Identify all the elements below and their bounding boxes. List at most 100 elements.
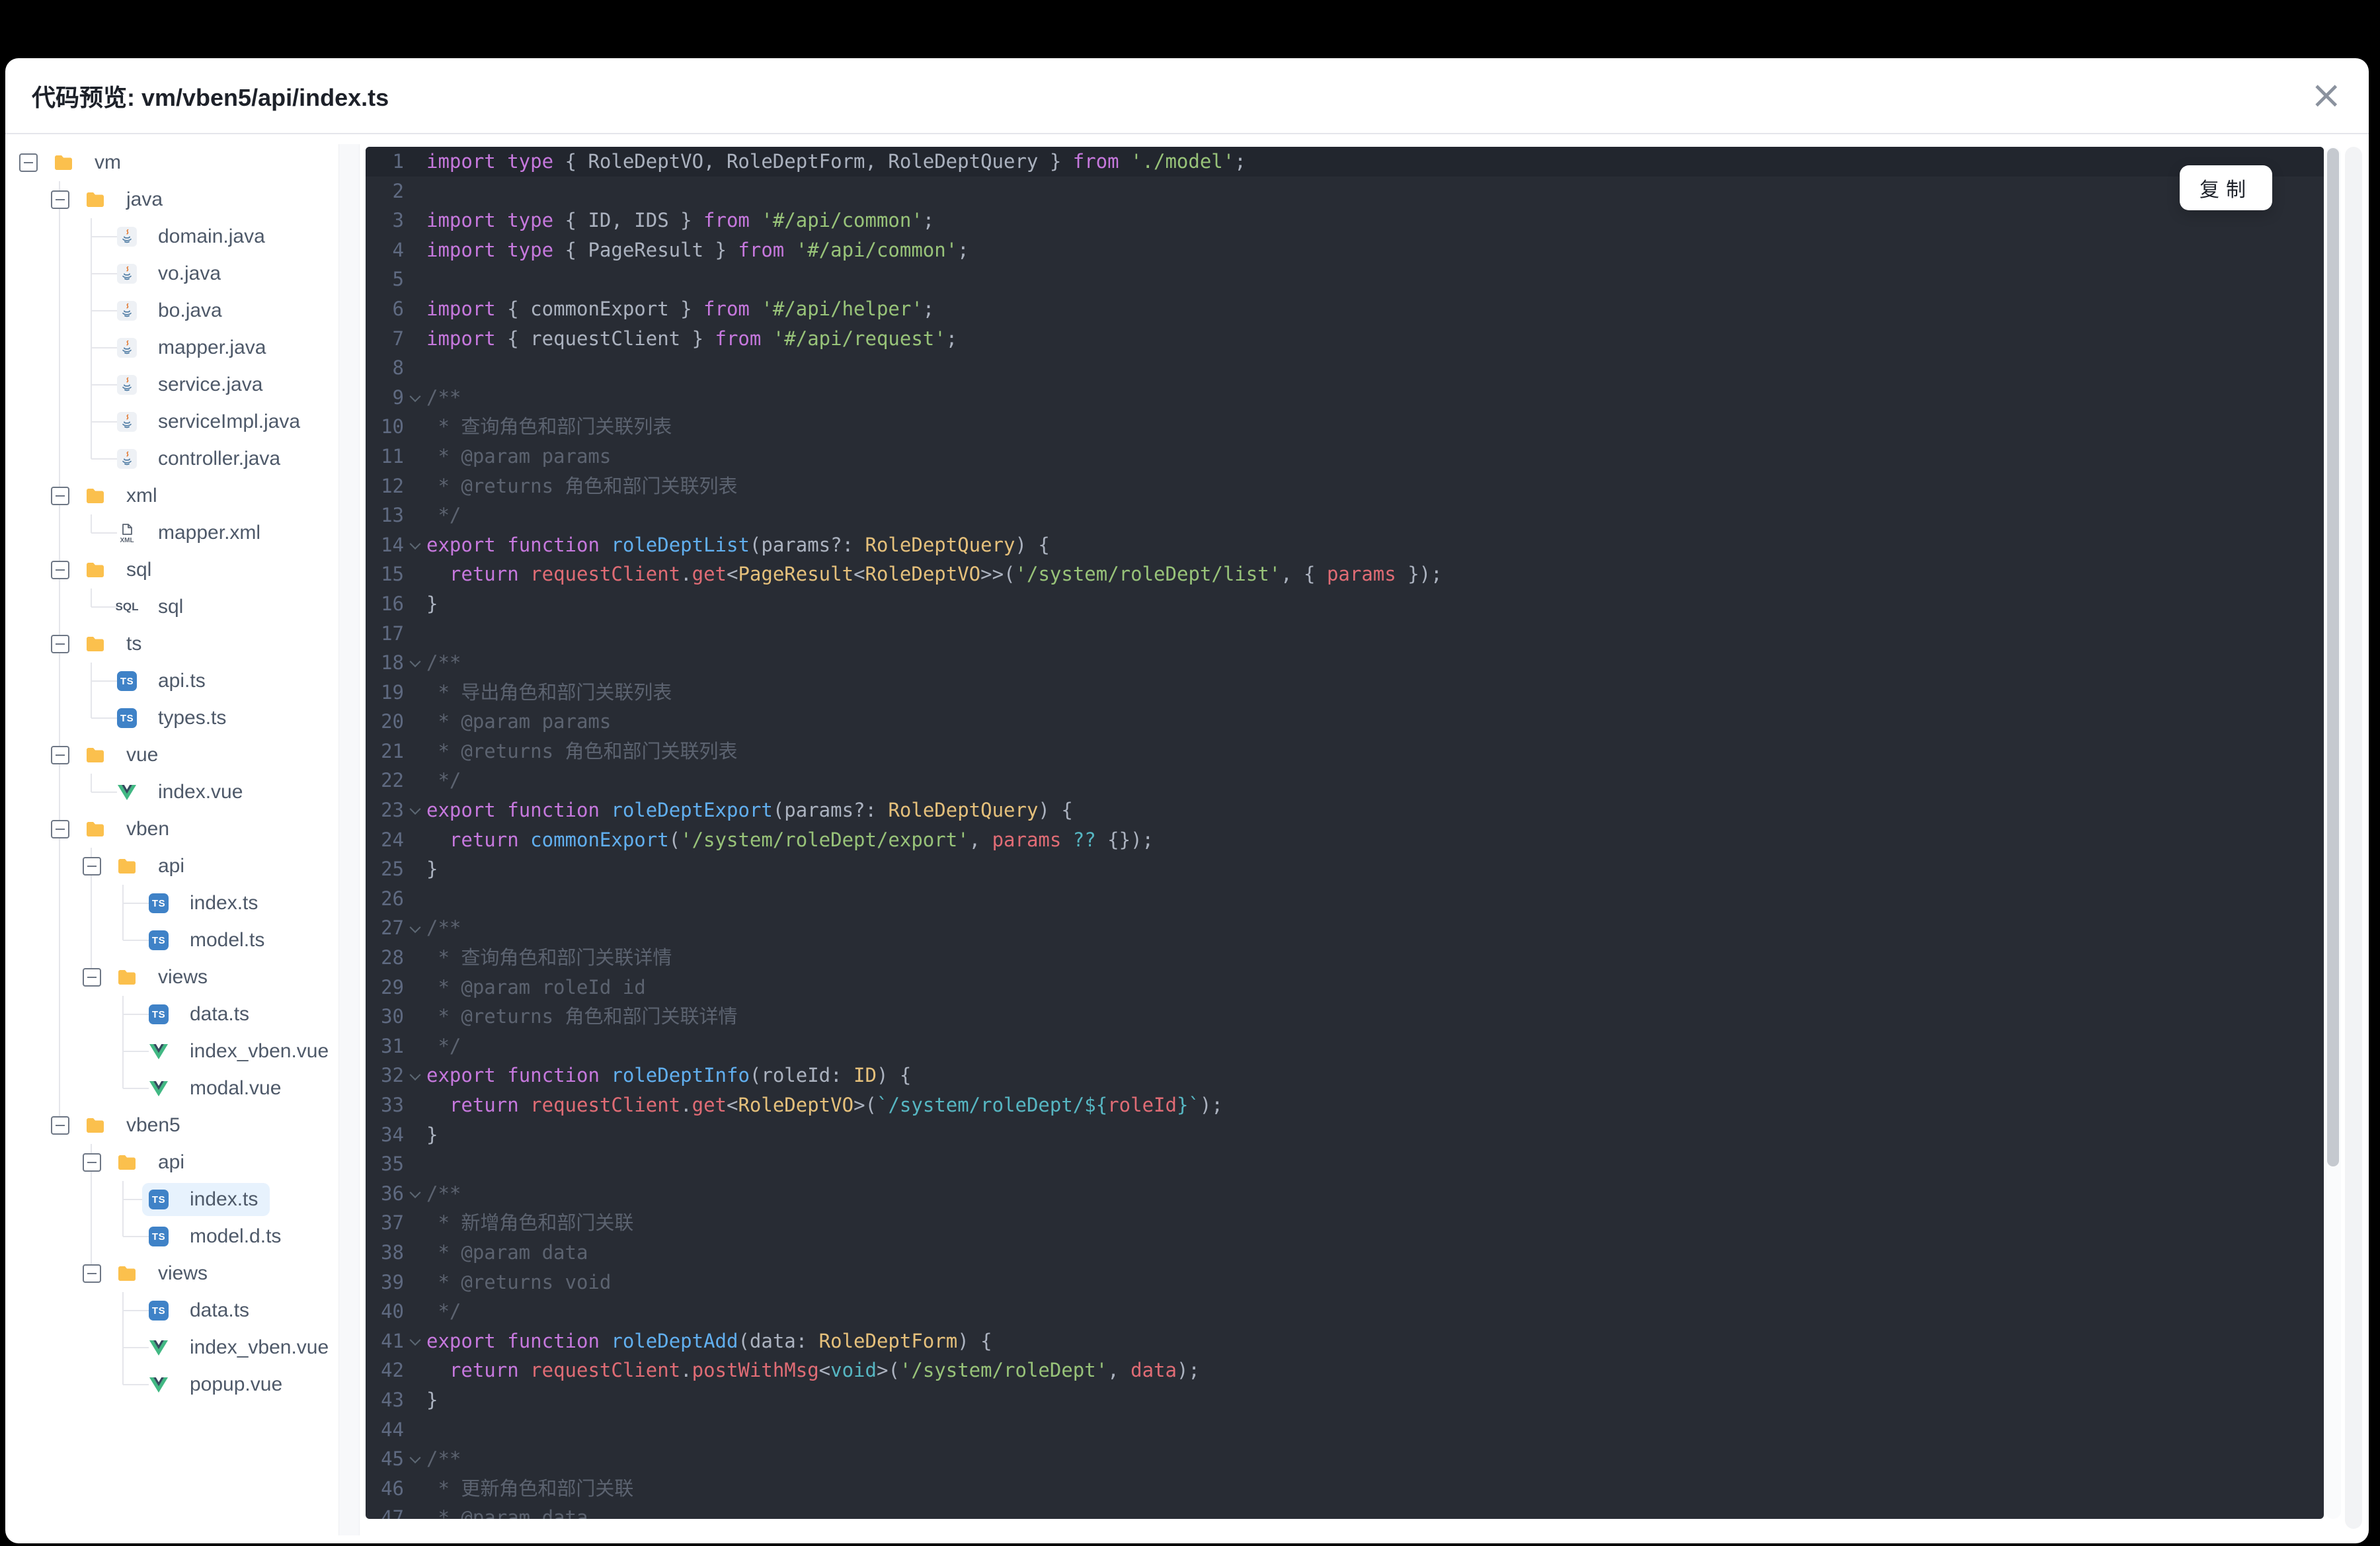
code-text: export function roleDeptAdd(data: RoleDe… xyxy=(426,1329,992,1352)
collapse-toggle-icon[interactable] xyxy=(83,1264,101,1283)
collapse-toggle-icon[interactable] xyxy=(83,1153,101,1172)
code-text: export function roleDeptList(params?: Ro… xyxy=(426,533,1050,556)
tree-folder-api[interactable]: api xyxy=(5,848,338,885)
code-line: 22 */ xyxy=(366,766,2324,795)
tree-file-vo.java[interactable]: vo.java xyxy=(5,255,338,292)
tree-file-serviceImpl.java[interactable]: serviceImpl.java xyxy=(5,403,338,440)
tree-file-data.ts[interactable]: TS data.ts xyxy=(5,1292,338,1329)
modal-scrollbar-track[interactable] xyxy=(2345,147,2362,1529)
tree-file-index.ts[interactable]: TS index.ts xyxy=(5,1181,338,1218)
vue-file-icon xyxy=(117,782,137,802)
line-number: 35 xyxy=(381,1153,404,1176)
collapse-toggle-icon[interactable] xyxy=(51,190,69,209)
fold-chevron-icon[interactable] xyxy=(409,391,421,403)
fold-chevron-icon[interactable] xyxy=(409,1452,421,1464)
code-line: 18 /** xyxy=(366,648,2324,678)
code-text: return requestClient.postWithMsg<void>('… xyxy=(449,1359,1200,1382)
tree-folder-vben[interactable]: vben xyxy=(5,811,338,848)
line-number: 47 xyxy=(381,1506,404,1519)
tree-folder-vue[interactable]: vue xyxy=(5,737,338,774)
tree-file-mapper.java[interactable]: mapper.java xyxy=(5,329,338,366)
java-file-icon xyxy=(117,412,137,432)
tree-file-sql[interactable]: SQL sql xyxy=(5,589,338,626)
tree-folder-java[interactable]: java xyxy=(5,181,338,218)
tree-file-model.d.ts[interactable]: TS model.d.ts xyxy=(5,1218,338,1255)
copy-button[interactable]: 复制 xyxy=(2180,165,2272,210)
tree-file-mapper.xml[interactable]: XML mapper.xml xyxy=(5,514,338,551)
line-number: 5 xyxy=(392,268,404,291)
tree-item-label: bo.java xyxy=(158,300,222,321)
line-number: 30 xyxy=(381,1005,404,1028)
tree-folder-sql[interactable]: sql xyxy=(5,551,338,589)
fold-chevron-icon[interactable] xyxy=(409,803,421,815)
tree-file-model.ts[interactable]: TS model.ts xyxy=(5,922,338,959)
tree-item-label: data.ts xyxy=(190,1299,250,1321)
tree-item-label: mapper.java xyxy=(158,337,266,358)
tree-file-index_vben.vue[interactable]: index_vben.vue xyxy=(5,1329,338,1366)
line-number: 8 xyxy=(392,356,404,380)
tree-item-label: model.ts xyxy=(190,929,265,951)
tree-file-index_vben.vue[interactable]: index_vben.vue xyxy=(5,1033,338,1070)
tree-file-bo.java[interactable]: bo.java xyxy=(5,292,338,329)
tree-file-index.vue[interactable]: index.vue xyxy=(5,774,338,811)
code-preview-modal: 代码预览: vm/vben5/api/index.ts × vm java doma… xyxy=(5,58,2369,1543)
tree-file-types.ts[interactable]: TS types.ts xyxy=(5,700,338,737)
line-number: 14 xyxy=(381,533,404,556)
fold-chevron-icon[interactable] xyxy=(409,1069,421,1080)
code-text: */ xyxy=(426,1034,461,1057)
collapse-toggle-icon[interactable] xyxy=(51,561,69,579)
tree-folder-api[interactable]: api xyxy=(5,1144,338,1181)
line-number: 22 xyxy=(381,769,404,792)
collapse-toggle-icon[interactable] xyxy=(51,746,69,764)
collapse-toggle-icon[interactable] xyxy=(51,487,69,505)
code-text: } xyxy=(426,858,438,881)
tree-file-domain.java[interactable]: domain.java xyxy=(5,218,338,255)
close-icon[interactable]: × xyxy=(2307,73,2345,116)
code-text: /** xyxy=(426,386,461,409)
tree-file-index.ts[interactable]: TS index.ts xyxy=(5,885,338,922)
tree-folder-xml[interactable]: xml xyxy=(5,477,338,514)
tree-file-popup.vue[interactable]: popup.vue xyxy=(5,1366,338,1403)
fold-chevron-icon[interactable] xyxy=(409,1187,421,1199)
tree-folder-vm[interactable]: vm xyxy=(5,144,338,181)
line-number: 41 xyxy=(381,1329,404,1352)
line-number: 3 xyxy=(392,209,404,232)
fold-chevron-icon[interactable] xyxy=(409,1334,421,1346)
tree-scrollbar-track[interactable] xyxy=(338,144,360,1535)
tree-file-controller.java[interactable]: controller.java xyxy=(5,440,338,477)
line-number: 21 xyxy=(381,739,404,762)
line-number: 23 xyxy=(381,799,404,822)
collapse-toggle-icon[interactable] xyxy=(83,968,101,987)
collapse-toggle-icon[interactable] xyxy=(51,635,69,653)
tree-folder-views[interactable]: views xyxy=(5,959,338,996)
fold-chevron-icon[interactable] xyxy=(409,921,421,933)
code-line: 30 * @returns 角色和部门关联详情 xyxy=(366,1002,2324,1032)
tree-folder-ts[interactable]: ts xyxy=(5,626,338,663)
tree-file-service.java[interactable]: service.java xyxy=(5,366,338,403)
tree-folder-vben5[interactable]: vben5 xyxy=(5,1107,338,1144)
tree-file-data.ts[interactable]: TS data.ts xyxy=(5,996,338,1033)
folder-icon xyxy=(85,560,105,580)
tree-file-api.ts[interactable]: TS api.ts xyxy=(5,663,338,700)
tree-file-modal.vue[interactable]: modal.vue xyxy=(5,1070,338,1107)
code-line: 9 /** xyxy=(366,383,2324,413)
code-line: 37 * 新增角色和部门关联 xyxy=(366,1208,2324,1238)
fold-chevron-icon[interactable] xyxy=(409,656,421,668)
code-scrollbar[interactable] xyxy=(2325,147,2341,1519)
tree-item-label: ts xyxy=(126,633,142,655)
code-text: * @param params xyxy=(426,710,612,733)
code-scrollbar-thumb[interactable] xyxy=(2327,148,2339,1166)
collapse-toggle-icon[interactable] xyxy=(19,153,38,172)
typescript-file-icon: TS xyxy=(117,708,137,728)
collapse-toggle-icon[interactable] xyxy=(51,1116,69,1135)
code-text: return requestClient.get<PageResult<Role… xyxy=(449,563,1443,586)
collapse-toggle-icon[interactable] xyxy=(51,820,69,838)
typescript-file-icon: TS xyxy=(149,930,169,950)
collapse-toggle-icon[interactable] xyxy=(83,857,101,875)
tree-folder-views[interactable]: views xyxy=(5,1255,338,1292)
xml-file-icon: XML xyxy=(117,523,137,543)
code-line: 46 * 更新角色和部门关联 xyxy=(366,1474,2324,1504)
code-text: * 导出角色和部门关联列表 xyxy=(426,680,672,704)
fold-chevron-icon[interactable] xyxy=(409,538,421,550)
